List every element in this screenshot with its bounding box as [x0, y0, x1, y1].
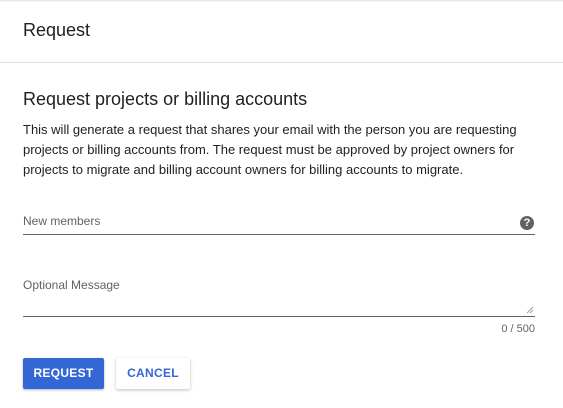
- cancel-button[interactable]: CANCEL: [116, 358, 190, 389]
- request-dialog: Request Request projects or billing acco…: [0, 0, 563, 408]
- new-members-field[interactable]: New members ?: [23, 208, 535, 235]
- request-button[interactable]: REQUEST: [23, 358, 104, 389]
- section-title: Request projects or billing accounts: [23, 89, 308, 109]
- description-text: This will generate a request that shares…: [23, 122, 517, 177]
- dialog-header: Request: [0, 0, 563, 63]
- help-icon[interactable]: ?: [520, 216, 534, 230]
- optional-message-field[interactable]: Optional Message: [23, 272, 535, 317]
- optional-message-label: Optional Message: [23, 278, 120, 292]
- resize-grip-icon[interactable]: [526, 306, 534, 314]
- character-counter: 0 / 500: [501, 323, 535, 335]
- new-members-label: New members: [23, 214, 101, 228]
- dialog-title: Request: [23, 20, 91, 40]
